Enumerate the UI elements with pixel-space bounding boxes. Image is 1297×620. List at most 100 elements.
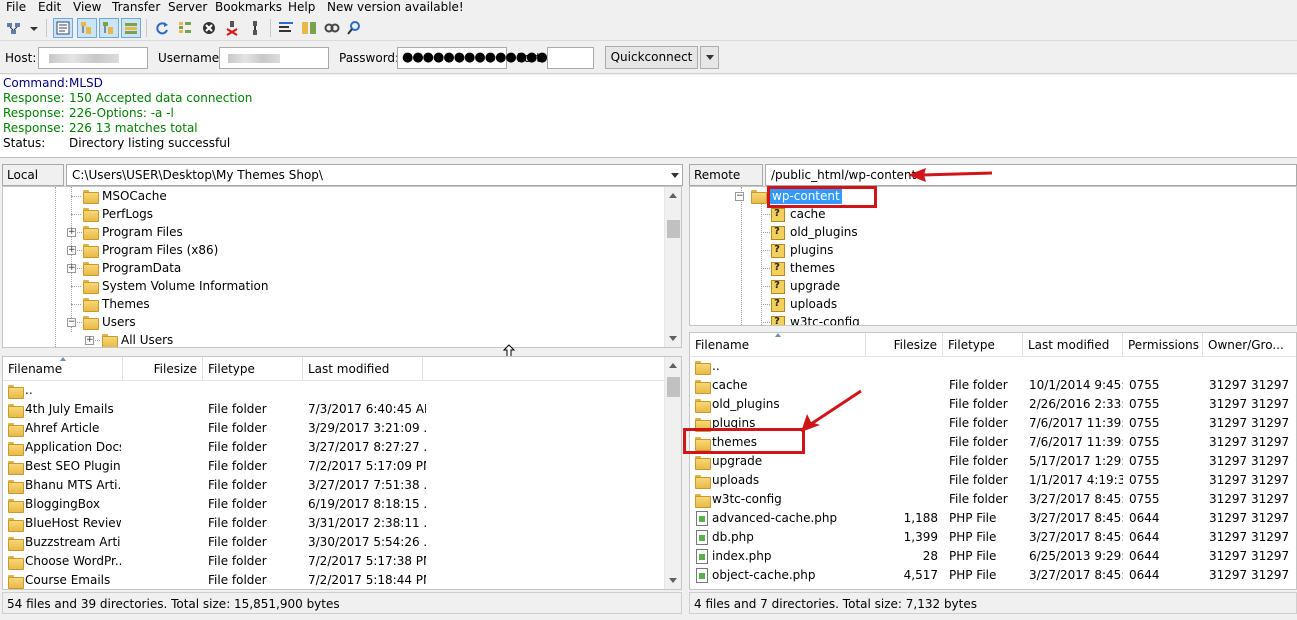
process-queue-icon[interactable] [175, 18, 195, 38]
tree-item[interactable]: + ProgramData [3, 259, 663, 277]
column-header-filesize[interactable]: Filesize [123, 357, 203, 381]
tree-item[interactable]: ? uploads [690, 295, 1290, 313]
list-item-index-php[interactable]: index.php 28 PHP File 6/25/2013 9:29:... 064… [690, 547, 1296, 566]
list-item[interactable]: Application Docs File folder 3/27/2017 8:2… [3, 438, 663, 457]
compare-directories-icon[interactable] [299, 18, 319, 38]
menu-transfer[interactable]: Transfer [112, 0, 160, 15]
expand-icon[interactable]: + [67, 264, 76, 273]
tree-item[interactable]: − Users [3, 313, 663, 331]
synchronized-browsing-icon[interactable] [322, 18, 342, 38]
expand-icon[interactable]: + [85, 336, 94, 345]
folder-icon [8, 556, 24, 570]
remote-file-list[interactable]: Filename Filesize Filetype Last modified… [689, 332, 1297, 590]
disconnect-icon[interactable] [222, 18, 242, 38]
local-status-bar: 54 files and 39 directories. Total size:… [2, 592, 682, 614]
tree-item[interactable]: ? upgrade [690, 277, 1290, 295]
menu-server[interactable]: Server [168, 0, 207, 15]
column-header-last-modified[interactable]: Last modified [303, 357, 423, 381]
menu-view[interactable]: View [73, 0, 101, 15]
menu-file[interactable]: File [6, 0, 26, 15]
tree-item[interactable]: ? plugins [690, 241, 1290, 259]
list-item-advanced-cache-php[interactable]: advanced-cache.php 1,188 PHP File 3/27/2017… [690, 509, 1296, 528]
tree-item[interactable]: + Program Files (x86) [3, 241, 663, 259]
list-item-cache[interactable]: cacheFile folder10/1/2014 9:45:...075531… [690, 376, 1296, 395]
remote-path-input[interactable]: /public_html/wp-content [765, 164, 1297, 186]
host-input[interactable] [38, 47, 148, 69]
menu-edit[interactable]: Edit [38, 0, 61, 15]
search-icon[interactable] [344, 18, 364, 38]
list-item[interactable]: Ahref Article File folder 3/29/2017 3:21:0… [3, 419, 663, 438]
quickconnect-dropdown-button[interactable] [700, 46, 719, 69]
expand-icon[interactable]: + [67, 228, 76, 237]
site-manager-icon[interactable] [4, 18, 24, 38]
filename-cell: Best SEO Plugins [25, 459, 121, 473]
tree-item[interactable]: + All Users [3, 331, 663, 347]
password-input[interactable]: ●●●●●●●●●●●●●●● [397, 47, 558, 69]
reconnect-icon[interactable] [245, 18, 265, 38]
message-log-toggle-icon[interactable] [53, 18, 73, 38]
filetype-cell: File folder [208, 459, 267, 473]
local-file-list[interactable]: Filename Filesize Filetype Last modified… [2, 356, 682, 590]
remote-site-label: Remote site: [689, 164, 763, 202]
list-item[interactable]: Course Emails File folder 7/2/2017 5:18:44… [3, 571, 663, 589]
menu-help[interactable]: Help [288, 0, 315, 15]
column-header-owner-group[interactable]: Owner/Gro... [1203, 333, 1296, 357]
parent-directory-row[interactable]: .. [690, 357, 1296, 376]
collapse-icon[interactable]: − [735, 192, 744, 201]
tree-item[interactable]: ? old_plugins [690, 223, 1290, 241]
directory-filters-icon[interactable] [276, 18, 296, 38]
local-path-input[interactable]: C:\Users\USER\Desktop\My Themes Shop\ [66, 164, 683, 186]
menu-bookmarks[interactable]: Bookmarks [215, 0, 282, 15]
tree-item[interactable]: PerfLogs [3, 205, 663, 223]
refresh-icon[interactable] [152, 18, 172, 38]
list-item-uploads[interactable]: uploads File folder 1/1/2017 4:19:3... 0755… [690, 471, 1296, 490]
local-list-scrollbar[interactable] [664, 357, 681, 589]
site-manager-dropdown-icon[interactable] [27, 18, 41, 38]
filetype-cell: File folder [208, 421, 267, 435]
list-item[interactable]: 4th July Emails File folder 7/3/2017 6:40:… [3, 400, 663, 419]
tree-item[interactable]: Themes [3, 295, 663, 313]
quickconnect-button[interactable]: Quickconnect [605, 46, 698, 69]
list-item-db-php[interactable]: db.php 1,399 PHP File 3/27/2017 8:45:... 064… [690, 528, 1296, 547]
column-header-filetype[interactable]: Filetype [203, 357, 303, 381]
list-item[interactable]: BlueHost Review File folder 3/31/2017 2:38… [3, 514, 663, 533]
unknown-folder-icon: ? [770, 207, 785, 222]
message-log[interactable]: Command:MLSD Response: 150 Accepted data … [0, 75, 1297, 158]
tree-item[interactable]: ? themes [690, 259, 1290, 277]
cancel-operation-icon[interactable] [199, 18, 219, 38]
transfer-queue-toggle-icon[interactable] [121, 18, 141, 38]
port-input[interactable] [547, 47, 594, 69]
list-item[interactable]: Buzzstream Arti... File folder 3/30/2017 5… [3, 533, 663, 552]
expand-icon[interactable]: + [67, 246, 76, 255]
list-item-w3tc-config[interactable]: w3tc-config File folder 3/27/2017 8:45:...… [690, 490, 1296, 509]
parent-directory-row[interactable]: .. [3, 381, 663, 400]
log-line: Response: 150 Accepted data connection [3, 91, 253, 105]
list-item-upgrade[interactable]: upgrade File folder 5/17/2017 1:29:... 0755… [690, 452, 1296, 471]
sort-ascending-icon [60, 357, 66, 361]
list-item[interactable]: Best SEO Plugins File folder 7/2/2017 5:17… [3, 457, 663, 476]
tree-item[interactable]: System Volume Information [3, 277, 663, 295]
column-header-permissions[interactable]: Permissions [1123, 333, 1203, 357]
tree-item[interactable]: ? w3tc-config [690, 313, 1290, 325]
menu-new-version[interactable]: New version available! [327, 0, 464, 15]
remote-tree-toggle-icon[interactable] [99, 18, 119, 38]
username-input[interactable] [219, 47, 329, 69]
list-item[interactable]: Bhanu MTS Arti... File folder 3/27/2017 7:… [3, 476, 663, 495]
folder-icon [83, 316, 99, 330]
local-tree-scrollbar[interactable] [664, 187, 681, 347]
column-header-filetype[interactable]: Filetype [943, 333, 1023, 357]
tree-item[interactable]: MSOCache [3, 187, 663, 205]
chevron-down-icon[interactable] [671, 173, 679, 178]
column-header-filesize[interactable]: Filesize [866, 333, 943, 357]
list-item-object-cache-php[interactable]: object-cache.php 4,517 PHP File 3/27/2017 8… [690, 566, 1296, 585]
list-item[interactable]: Choose WordPr... File folder 7/2/2017 5:17… [3, 552, 663, 571]
local-path-text: C:\Users\USER\Desktop\My Themes Shop\ [72, 168, 323, 182]
local-tree-toggle-icon[interactable] [77, 18, 97, 38]
list-item[interactable]: BloggingBox File folder 6/19/2017 8:18:15 … [3, 495, 663, 514]
list-item-old-plugins[interactable]: old_pluginsFile folder2/26/2016 2:33:...… [690, 395, 1296, 414]
local-directory-tree[interactable]: MSOCache PerfLogs + Program Files + Prog… [2, 186, 682, 348]
filesize-cell [123, 457, 198, 476]
column-header-last-modified[interactable]: Last modified [1023, 333, 1123, 357]
collapse-icon[interactable]: − [67, 318, 76, 327]
tree-item[interactable]: + Program Files [3, 223, 663, 241]
